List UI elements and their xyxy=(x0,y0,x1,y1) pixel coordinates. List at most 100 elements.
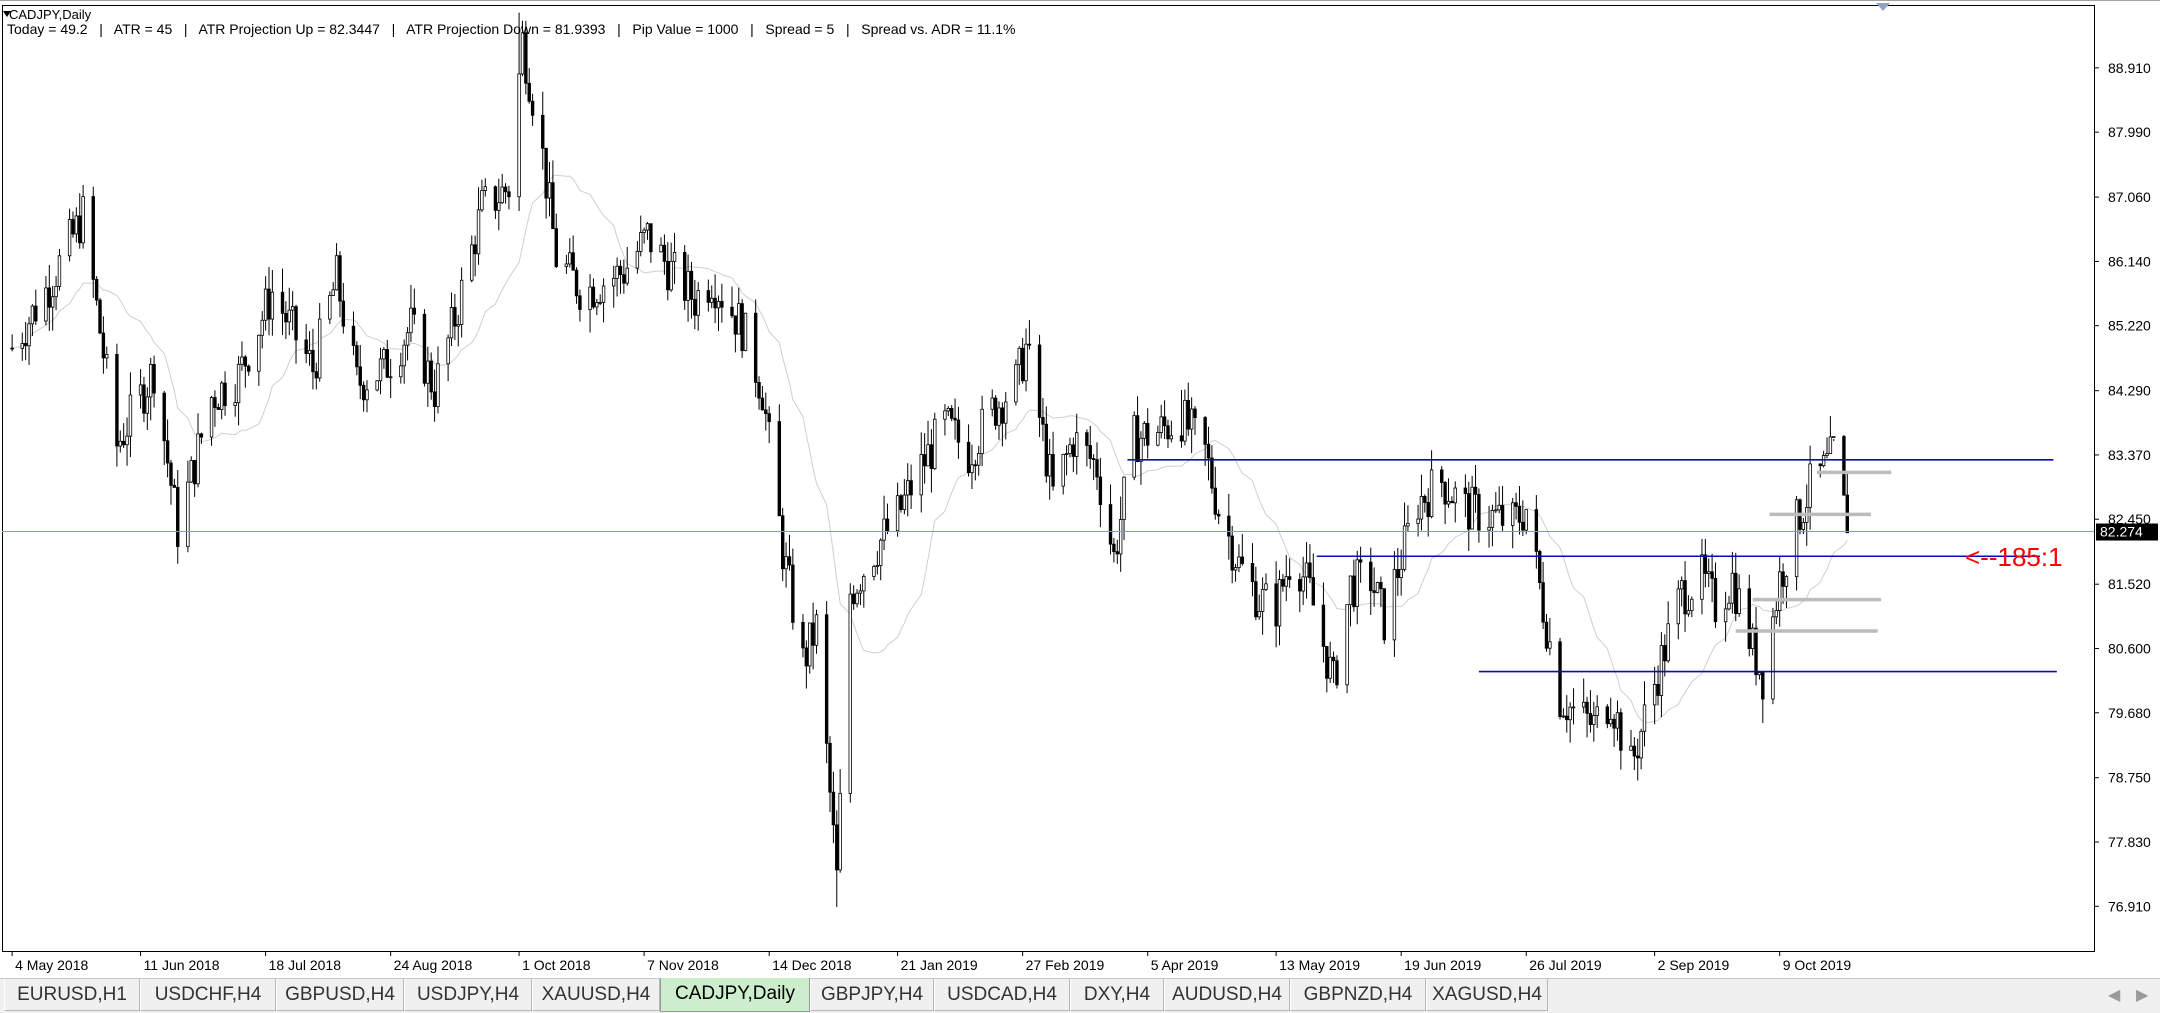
x-tick-label: 27 Feb 2019 xyxy=(1026,957,1105,973)
candle-body xyxy=(997,407,1001,426)
candle-body xyxy=(990,397,994,410)
tab-usdcad-h4[interactable]: USDCAD,H4 xyxy=(934,979,1070,1011)
candle-body xyxy=(260,319,264,336)
candle-body xyxy=(507,191,511,198)
candle-body xyxy=(858,590,863,594)
tab-audusd-h4[interactable]: AUDUSD,H4 xyxy=(1164,979,1290,1011)
candle-body xyxy=(588,286,592,310)
candle-body xyxy=(186,481,190,548)
candle-body xyxy=(1497,504,1501,511)
x-tick-label: 14 Dec 2018 xyxy=(772,957,852,973)
tab-gbpusd-h4[interactable]: GBPUSD,H4 xyxy=(276,979,404,1011)
current-price-label: 82.274 xyxy=(2100,524,2143,540)
candle-body xyxy=(162,392,166,442)
candle-body xyxy=(1399,568,1403,578)
candle-body xyxy=(355,345,359,368)
candle-body xyxy=(828,742,832,793)
price-chart[interactable]: 88.910 87.990 87.060 86.140 85.220 84.290 83.3… xyxy=(0,1,2160,979)
candle-body xyxy=(993,397,998,426)
tab-usdchf-h4[interactable]: USDCHF,H4 xyxy=(140,979,276,1011)
candle-body xyxy=(331,289,335,296)
tab-eurusd-h1[interactable]: EURUSD,H1 xyxy=(4,979,140,1011)
candle-body xyxy=(1463,487,1468,494)
candle-body xyxy=(1642,704,1647,732)
candle-body xyxy=(1254,581,1258,618)
candle-body xyxy=(1676,588,1681,625)
candle-body xyxy=(1679,580,1684,590)
tab-dxy-h4[interactable]: DXY,H4 xyxy=(1070,979,1164,1011)
candle-body xyxy=(906,480,910,496)
candle-body xyxy=(1047,454,1052,477)
candle-body xyxy=(517,73,521,198)
candle-body xyxy=(470,244,474,281)
tab-xagusd-h4[interactable]: XAGUSD,H4 xyxy=(1426,979,1548,1011)
candle-body xyxy=(1544,621,1549,649)
candle-body xyxy=(409,307,413,334)
candle-body xyxy=(682,251,687,301)
candle-body xyxy=(855,592,859,605)
candle-body xyxy=(192,460,197,485)
candle-body xyxy=(27,323,31,347)
candle-body xyxy=(1558,641,1562,717)
candle-body xyxy=(1139,437,1143,462)
candle-body xyxy=(1352,575,1356,607)
x-tick-label: 26 Jul 2019 xyxy=(1529,957,1602,973)
candle-body xyxy=(1206,443,1211,459)
candle-body xyxy=(67,219,72,257)
candle-body xyxy=(777,421,782,517)
candle-body xyxy=(568,252,572,265)
candle-body xyxy=(848,593,852,794)
candle-body xyxy=(649,223,653,253)
candle-body xyxy=(1233,567,1238,571)
candle-body xyxy=(791,564,795,623)
candle-body xyxy=(365,389,369,401)
candle-body xyxy=(787,556,792,566)
candle-body xyxy=(388,376,393,379)
candle-body xyxy=(1392,569,1397,641)
candle-body xyxy=(1565,715,1569,721)
candle-body xyxy=(1091,458,1096,460)
candle-body xyxy=(54,285,58,298)
candle-body xyxy=(351,325,356,346)
candle-body xyxy=(1382,588,1386,641)
candle-body xyxy=(1061,453,1065,487)
candle-body xyxy=(1842,436,1846,496)
candle-body xyxy=(784,556,788,570)
tab-usdjpy-h4[interactable]: USDJPY,H4 xyxy=(404,979,532,1011)
tab-scroll-left-icon[interactable]: ◀ xyxy=(2108,985,2120,1005)
tab-gbpnzd-h4[interactable]: GBPNZD,H4 xyxy=(1290,979,1426,1011)
candle-body xyxy=(30,305,35,325)
candle-body xyxy=(666,260,670,291)
candle-body xyxy=(706,290,711,303)
candle-body xyxy=(926,444,930,467)
chart-window[interactable]: 88.910 87.990 87.060 86.140 85.220 84.290 83.3… xyxy=(0,0,2160,978)
candle-body xyxy=(382,349,386,360)
candle-body xyxy=(1213,487,1217,515)
candle-body xyxy=(1619,712,1623,751)
candle-body xyxy=(1216,513,1221,517)
candle-body xyxy=(1260,589,1265,612)
candle-body xyxy=(1281,579,1285,587)
candle-body xyxy=(57,255,62,287)
candle-body xyxy=(402,344,406,367)
candle-body xyxy=(216,407,220,410)
candle-body xyxy=(1372,590,1376,594)
y-tick-label: 83.370 xyxy=(2108,447,2151,463)
candle-body xyxy=(236,363,241,404)
tab-scroll-right-icon[interactable]: ▶ xyxy=(2136,985,2148,1005)
candle-body xyxy=(223,382,227,406)
tab-gbpjpy-h4[interactable]: GBPJPY,H4 xyxy=(810,979,934,1011)
candle-body xyxy=(1355,559,1359,607)
candle-body xyxy=(1004,401,1008,424)
chart-shift-marker-icon[interactable] xyxy=(1876,3,1890,11)
y-tick-label: 77.830 xyxy=(2108,834,2151,850)
candle-body xyxy=(361,384,366,401)
candle-body xyxy=(1017,347,1021,366)
candle-body xyxy=(334,255,339,291)
candle-body xyxy=(1521,521,1525,531)
tab-xauusd-h4[interactable]: XAUUSD,H4 xyxy=(532,979,660,1011)
candle-body xyxy=(1075,432,1079,457)
candle-body xyxy=(1159,416,1163,433)
tab-cadjpy-daily[interactable]: CADJPY,Daily xyxy=(660,978,810,1012)
candle-body xyxy=(243,356,248,367)
